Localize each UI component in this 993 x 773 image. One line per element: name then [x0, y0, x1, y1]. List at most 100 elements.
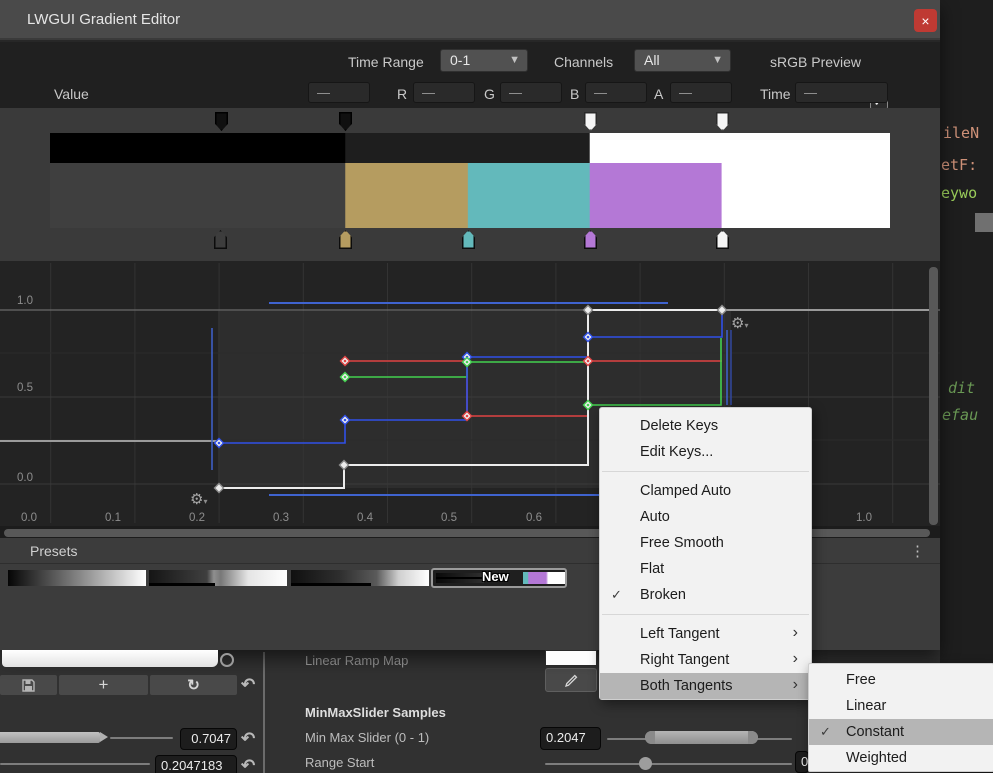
kebab-menu-icon[interactable]: ⋮: [910, 542, 925, 560]
submenu-arrow-icon: ›: [793, 620, 798, 646]
g-field[interactable]: —: [500, 82, 562, 103]
submenu-item-weighted[interactable]: Weighted: [809, 745, 993, 771]
close-button[interactable]: ×: [914, 9, 937, 32]
b-field[interactable]: —: [585, 82, 647, 103]
undo-icon[interactable]: ↶: [241, 756, 255, 773]
color-key-handle[interactable]: [584, 230, 597, 249]
menu-item-edit-keys[interactable]: Edit Keys...: [600, 439, 811, 465]
value-field[interactable]: —: [308, 82, 370, 103]
undo-icon[interactable]: ↶: [241, 675, 255, 695]
gradient-field-bar[interactable]: [2, 650, 218, 667]
range-value-field[interactable]: 0.2047183: [155, 755, 237, 773]
x-axis-tick: 1.0: [856, 512, 872, 524]
srgb-label: sRGB Preview: [770, 54, 861, 70]
minmax-slider-max-handle[interactable]: [748, 731, 758, 744]
preset-swatch-1[interactable]: [8, 570, 146, 586]
curve-key-dot: [344, 360, 347, 363]
add-button[interactable]: +: [59, 675, 148, 695]
menu-item-flat[interactable]: Flat: [600, 556, 811, 582]
menu-item-free-smooth[interactable]: Free Smooth: [600, 530, 811, 556]
save-button[interactable]: [0, 675, 57, 695]
curve-key-dot: [587, 336, 590, 339]
y-axis-tick: 1.0: [17, 295, 33, 307]
menu-separator: [602, 614, 809, 615]
menu-item-both-tangents[interactable]: Both Tangents ›: [600, 673, 811, 699]
linear-ramp-label: Linear Ramp Map: [305, 653, 408, 668]
undo-icon[interactable]: ↶: [241, 729, 255, 749]
alpha-key-handle[interactable]: [584, 112, 597, 131]
preset-swatch-2[interactable]: [149, 570, 287, 586]
screen: ileNetF:eywoditefau + ↻ ↶ 0.7047 ↶ 0.204…: [0, 0, 993, 773]
minmax-slider-min-handle[interactable]: [645, 731, 655, 744]
time-range-dropdown[interactable]: 0-1 ▼: [440, 49, 528, 72]
range-slider-track-2[interactable]: [0, 763, 150, 765]
menu-item-right-tangent[interactable]: Right Tangent ›: [600, 647, 811, 673]
range-start-track[interactable]: [545, 763, 792, 765]
a-field[interactable]: —: [670, 82, 732, 103]
submenu-arrow-icon: ›: [793, 646, 798, 672]
gear-icon[interactable]: ⚙▾: [731, 314, 748, 332]
color-gradient-band[interactable]: [50, 163, 890, 228]
g-label: G: [484, 86, 495, 102]
time-range-label: Time Range: [348, 54, 424, 70]
gear-icon[interactable]: ⚙▾: [190, 490, 207, 508]
check-icon: ✓: [820, 719, 831, 745]
window-title: LWGUI Gradient Editor: [27, 11, 180, 28]
ramp-slider-track[interactable]: [110, 737, 173, 739]
code-selection-block: [975, 213, 993, 232]
new-preset-thumb-left: [436, 573, 484, 583]
color-key-handle[interactable]: [214, 230, 227, 249]
channels-dropdown[interactable]: All ▼: [634, 49, 731, 72]
r-field[interactable]: —: [413, 82, 475, 103]
alpha-underline: [291, 583, 371, 586]
ramp-slider-thumb[interactable]: [100, 732, 108, 742]
submenu-item-free[interactable]: Free: [809, 667, 993, 693]
ramp-value-field[interactable]: 0.7047: [180, 728, 237, 750]
edit-gradient-button[interactable]: [545, 668, 597, 692]
channels-value: All: [644, 52, 660, 68]
time-range-value: 0-1: [450, 52, 470, 68]
range-start-thumb[interactable]: [639, 757, 652, 770]
alpha-key-handle[interactable]: [339, 112, 352, 131]
menu-item-left-tangent[interactable]: Left Tangent ›: [600, 621, 811, 647]
minmax-slider-range[interactable]: [645, 731, 758, 744]
check-icon: ✓: [611, 582, 622, 608]
titlebar[interactable]: LWGUI Gradient Editor ×: [0, 0, 940, 40]
menu-separator: [602, 471, 809, 472]
preset-swatch-3[interactable]: [291, 570, 429, 586]
submenu-arrow-icon: ›: [793, 672, 798, 698]
menu-item-delete-keys[interactable]: Delete Keys: [600, 413, 811, 439]
x-axis-tick: 0.0: [21, 512, 37, 524]
color-key-handle[interactable]: [462, 230, 475, 249]
code-editor-strip: ileNetF:eywoditefau: [940, 0, 993, 773]
minmax-label: Min Max Slider (0 - 1): [305, 730, 429, 745]
x-axis-tick: 0.6: [526, 512, 542, 524]
pencil-icon: [564, 673, 579, 688]
alpha-key-handle[interactable]: [215, 112, 228, 131]
refresh-button[interactable]: ↻: [150, 675, 237, 695]
y-axis-tick: 0.5: [17, 382, 33, 394]
color-key-handle[interactable]: [339, 230, 352, 249]
presets-header: Presets: [30, 543, 77, 559]
range-start-label: Range Start: [305, 755, 374, 770]
alpha-key-handle[interactable]: [716, 112, 729, 131]
alpha-gradient-band[interactable]: [50, 133, 890, 163]
minmax-value-field[interactable]: 0.2047: [540, 727, 601, 750]
plus-icon: +: [99, 675, 109, 695]
menu-item-auto[interactable]: Auto: [600, 504, 811, 530]
a-label: A: [654, 86, 663, 102]
new-preset-label: New: [482, 569, 509, 584]
time-field[interactable]: —: [795, 82, 888, 103]
chevron-down-icon: ▼: [509, 50, 520, 71]
menu-item-clamped-auto[interactable]: Clamped Auto: [600, 478, 811, 504]
submenu-item-linear[interactable]: Linear: [809, 693, 993, 719]
submenu-item-constant[interactable]: ✓ Constant: [809, 719, 993, 745]
y-axis-tick: 0.0: [17, 472, 33, 484]
clipped-value-field: 0: [795, 751, 809, 773]
ramp-preview-strip[interactable]: [545, 650, 597, 666]
vscrollbar-thumb[interactable]: [929, 267, 938, 525]
preset-new-button[interactable]: New: [431, 568, 567, 588]
menu-item-broken[interactable]: ✓ Broken: [600, 582, 811, 608]
color-key-handle[interactable]: [716, 230, 729, 249]
alpha-underline: [149, 583, 215, 586]
